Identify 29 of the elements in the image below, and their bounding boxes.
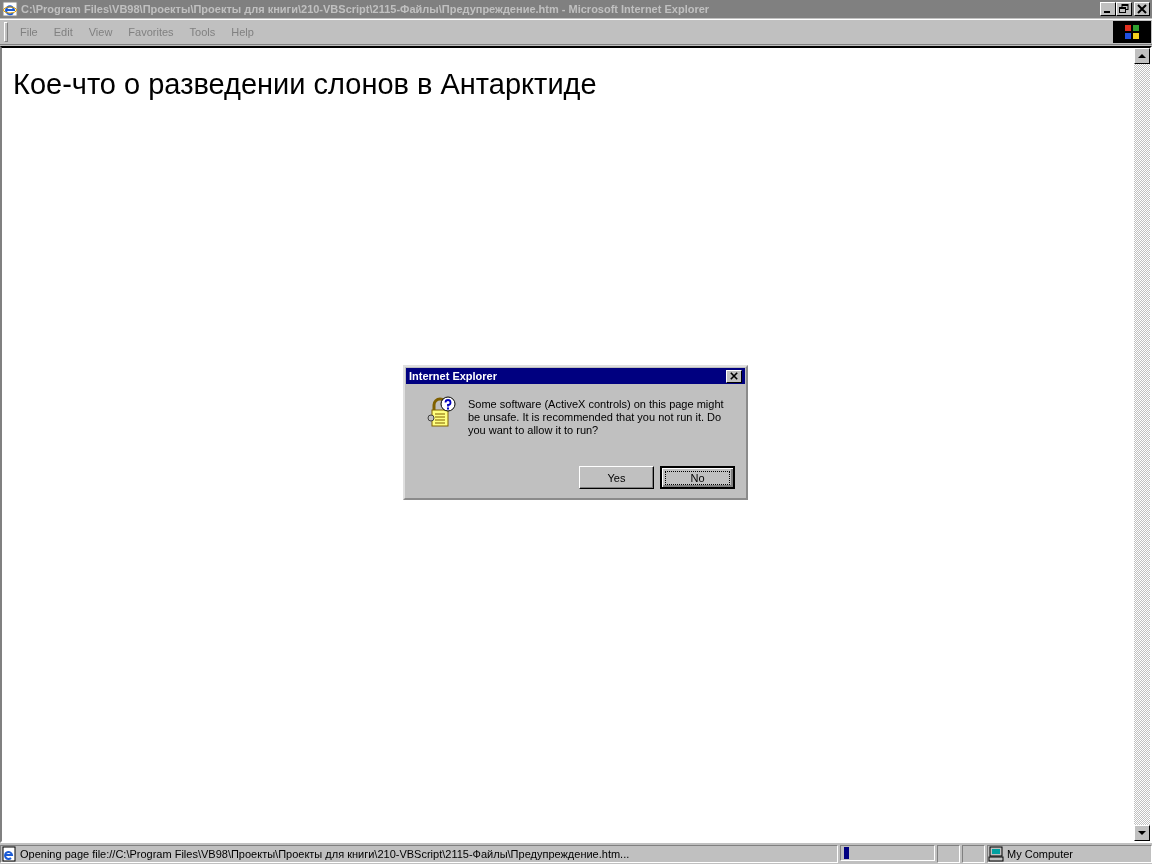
menu-item[interactable]: Edit [45,26,81,38]
close-icon [1137,4,1147,14]
page-icon [1,846,17,862]
computer-icon [988,846,1004,862]
menu-item[interactable]: Favorites [120,26,182,38]
vertical-scrollbar[interactable] [1134,48,1150,841]
close-button[interactable] [1134,2,1150,16]
menu-item[interactable]: File [12,26,46,38]
window-title: C:\Program Files\VB98\Проекты\Проекты для книги\210-VBScript\2115-Файлы\Предупреждение.htm - Microsoft Internet Explorer [21,3,711,15]
menu-item[interactable]: View [80,26,121,38]
dialog-title: Internet Explorer [409,370,498,382]
windows-logo-icon [1113,21,1151,43]
restore-icon [1119,4,1129,14]
close-button[interactable] [726,369,742,383]
status-pane [937,845,960,863]
restore-button[interactable] [1116,2,1132,16]
close-icon [730,372,738,380]
zone-label: My Computer [1007,848,1074,860]
menu-item[interactable]: Help [223,26,262,38]
menu-item[interactable]: Tools [181,26,224,38]
dialog-message: Some software (ActiveX controls) on this page might be unsafe. It is recommended that you not run it. Do you want to allow it to run? [468,398,725,437]
dialog-button[interactable]: No [660,466,735,489]
dialog-button[interactable]: Yes [579,466,654,489]
minimize-icon [1104,11,1110,13]
status-text: Opening page file://C:\Program Files\VB98\Проекты\Проекты для книги\210-VBScript\2115-Файлы\Предупреждение.htm... [20,848,630,860]
status-pane [962,845,985,863]
page-heading: Кое-что о разведении слонов в Антарктиде [13,68,598,101]
padlock-question-icon [426,396,458,428]
minimize-button[interactable] [1100,2,1116,16]
